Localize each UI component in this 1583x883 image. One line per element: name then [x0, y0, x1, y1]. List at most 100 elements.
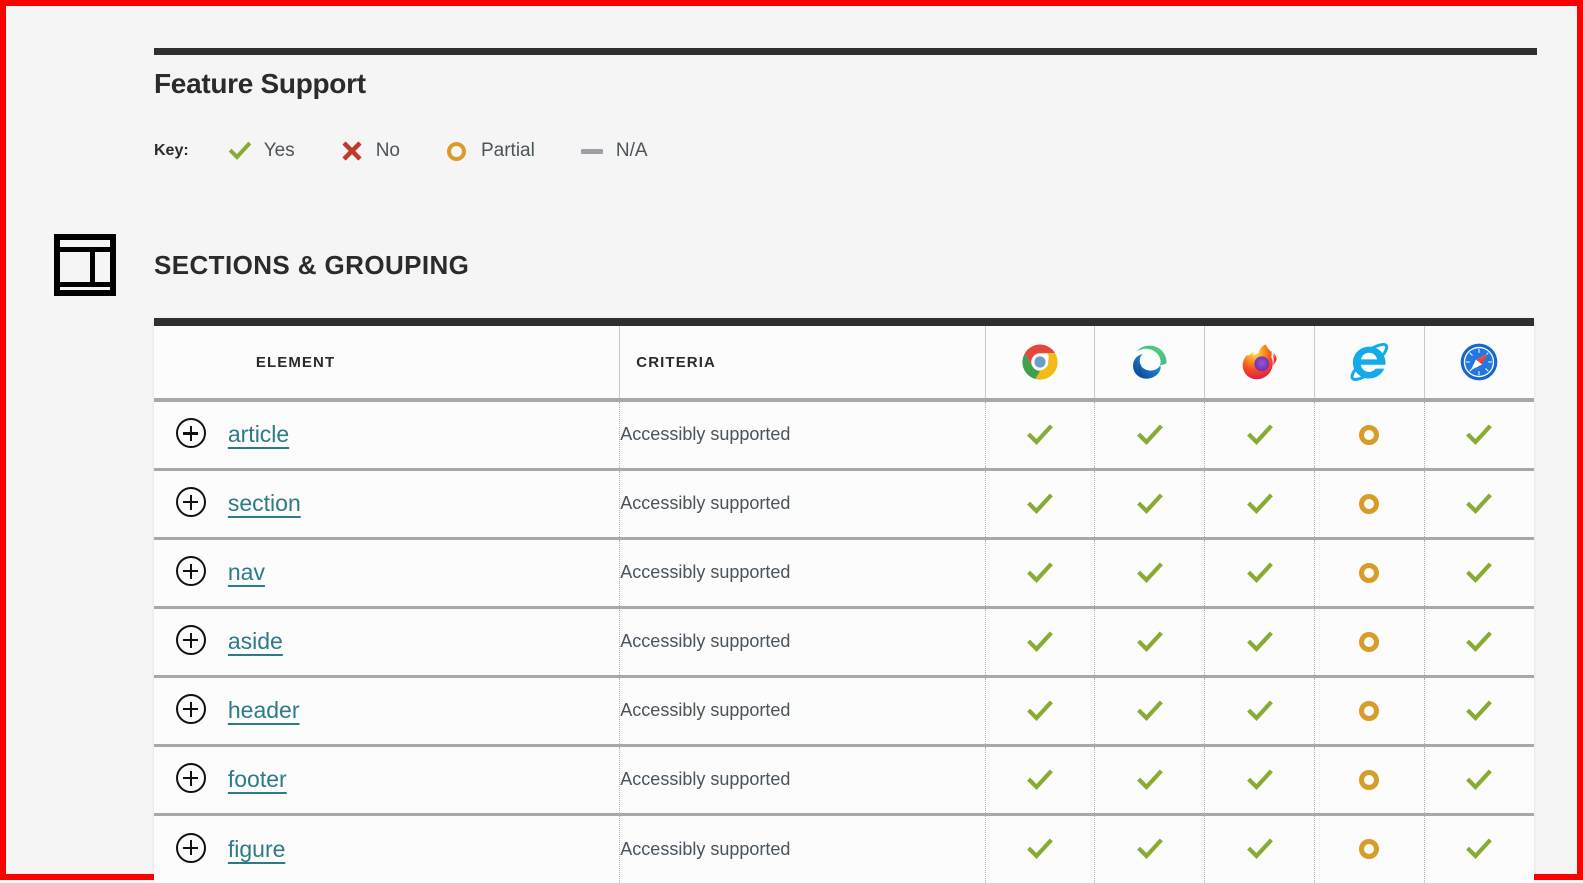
expand-row-button[interactable] — [175, 556, 206, 586]
check-icon — [986, 835, 1095, 863]
criteria-cell: Accessibly supported — [619, 607, 986, 678]
expand-row-button[interactable] — [175, 418, 206, 449]
check-icon — [1425, 835, 1534, 863]
circle-icon — [1315, 631, 1424, 652]
check-icon — [1095, 697, 1204, 725]
check-icon — [1205, 835, 1314, 863]
check-icon — [1205, 628, 1314, 656]
element-link[interactable]: footer — [228, 766, 287, 792]
table-header: ELEMENT CRITERIA — [154, 326, 1534, 402]
support-cell-internet-explorer — [1313, 745, 1425, 816]
element-link[interactable]: article — [228, 421, 289, 447]
support-cell-edge — [1094, 676, 1205, 747]
check-icon — [986, 559, 1095, 587]
support-cell-internet-explorer — [1313, 538, 1425, 609]
expand-row-button[interactable] — [175, 487, 206, 517]
key-item-yes: Yes — [227, 138, 295, 164]
element-link[interactable]: section — [228, 490, 301, 516]
support-cell-edge — [1094, 814, 1205, 883]
expand-row-button[interactable] — [175, 694, 206, 724]
check-icon — [1095, 766, 1204, 794]
support-cell-chrome — [984, 538, 1095, 609]
expand-row-button[interactable] — [175, 625, 206, 655]
check-icon — [1095, 490, 1204, 518]
top-divider — [154, 48, 1537, 55]
layout-sections-icon — [54, 234, 116, 296]
check-icon — [1205, 421, 1314, 449]
circle-icon — [1315, 700, 1424, 721]
criteria-cell: Accessibly supported — [619, 538, 986, 609]
check-icon — [1095, 559, 1204, 587]
row-expander-cell — [154, 814, 228, 883]
safari-icon — [1425, 340, 1534, 384]
support-cell-safari — [1423, 400, 1534, 471]
key-item-na: N/A — [579, 138, 648, 164]
criteria-column-header: CRITERIA — [619, 326, 986, 402]
browser-column-header-firefox — [1204, 326, 1315, 402]
support-cell-safari — [1423, 814, 1534, 883]
key-item-label: Yes — [263, 140, 295, 161]
element-cell: aside — [227, 607, 620, 678]
row-expander-cell — [154, 745, 228, 816]
element-cell: nav — [227, 538, 620, 609]
support-cell-internet-explorer — [1313, 814, 1425, 883]
element-column-header: ELEMENT — [227, 326, 620, 402]
support-cell-firefox — [1204, 607, 1315, 678]
support-cell-edge — [1094, 538, 1205, 609]
table-row: footer Accessibly supported — [154, 745, 1534, 816]
element-cell: section — [227, 469, 620, 540]
table-body: article Accessibly supported section Acc… — [154, 400, 1534, 883]
support-cell-edge — [1094, 400, 1205, 471]
check-icon — [1425, 421, 1534, 449]
circle-icon — [1315, 493, 1424, 514]
row-expander-cell — [154, 469, 228, 540]
support-cell-firefox — [1204, 538, 1315, 609]
table-header-row: ELEMENT CRITERIA — [154, 326, 1534, 402]
support-cell-chrome — [984, 607, 1095, 678]
criteria-cell: Accessibly supported — [619, 469, 986, 540]
element-cell: footer — [227, 745, 620, 816]
check-icon — [1425, 628, 1534, 656]
criteria-cell: Accessibly supported — [619, 814, 986, 883]
criteria-cell: Accessibly supported — [619, 745, 986, 816]
key-item-no: No — [339, 138, 400, 164]
check-icon — [986, 697, 1095, 725]
support-cell-firefox — [1204, 814, 1315, 883]
table-row: article Accessibly supported — [154, 400, 1534, 471]
check-icon — [986, 421, 1095, 449]
support-cell-internet-explorer — [1313, 607, 1425, 678]
support-cell-internet-explorer — [1313, 400, 1425, 471]
support-cell-edge — [1094, 745, 1205, 816]
edge-icon — [1095, 341, 1204, 383]
element-link[interactable]: figure — [228, 836, 286, 862]
support-cell-chrome — [984, 400, 1095, 471]
expand-row-button[interactable] — [175, 832, 206, 863]
check-icon — [1425, 490, 1534, 518]
support-cell-edge — [1094, 607, 1205, 678]
check-icon — [986, 766, 1095, 794]
check-icon — [986, 628, 1095, 656]
table-row: section Accessibly supported — [154, 469, 1534, 540]
page-title: Feature Support — [154, 68, 366, 99]
support-cell-chrome — [984, 745, 1095, 816]
support-cell-chrome — [984, 469, 1095, 540]
element-link[interactable]: aside — [228, 628, 283, 654]
support-cell-safari — [1423, 607, 1534, 678]
support-cell-internet-explorer — [1313, 469, 1425, 540]
expand-row-button[interactable] — [175, 763, 206, 793]
check-icon — [227, 138, 253, 164]
expander-column-header — [154, 326, 228, 402]
check-icon — [1205, 559, 1314, 587]
criteria-cell: Accessibly supported — [619, 676, 986, 747]
element-link[interactable]: header — [228, 697, 300, 723]
key-legend: Key: Yes No Partial N/A — [154, 134, 692, 168]
table-row: aside Accessibly supported — [154, 607, 1534, 678]
check-icon — [1095, 421, 1204, 449]
check-icon — [1425, 697, 1534, 725]
check-icon — [1095, 835, 1204, 863]
support-cell-safari — [1423, 469, 1534, 540]
key-item-label: No — [375, 140, 400, 161]
chrome-icon — [986, 341, 1095, 383]
element-cell: figure — [228, 814, 620, 883]
element-link[interactable]: nav — [228, 559, 265, 585]
